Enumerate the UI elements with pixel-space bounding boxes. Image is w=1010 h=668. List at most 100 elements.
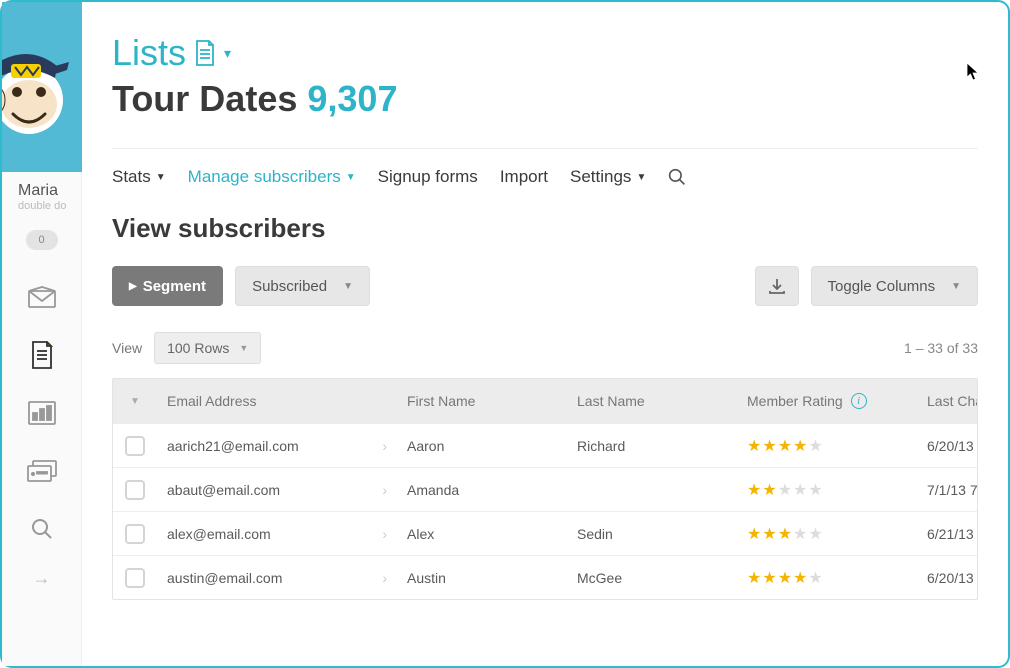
star-icon: ★	[778, 436, 792, 456]
cell-last-changed: 7/1/13 7:24	[917, 482, 978, 498]
tab-search[interactable]	[668, 168, 686, 186]
tab-manage-subscribers[interactable]: Manage subscribers▼	[188, 167, 356, 187]
row-checkbox[interactable]	[125, 480, 145, 500]
toggle-columns-button[interactable]: Toggle Columns▼	[811, 266, 978, 306]
tab-stats[interactable]: Stats▼	[112, 167, 166, 187]
row-checkbox-cell	[113, 480, 157, 500]
chevron-right-icon: ›	[382, 526, 387, 542]
star-icon: ★	[778, 524, 792, 544]
table-row[interactable]: austin@email.com›AustinMcGee★★★★★6/20/13…	[113, 555, 977, 599]
breadcrumb[interactable]: Lists ▾	[112, 32, 978, 74]
nav-search-icon[interactable]	[2, 500, 82, 558]
star-icon: ★	[793, 524, 807, 544]
tab-settings[interactable]: Settings▼	[570, 167, 646, 187]
cell-rating: ★★★★★	[737, 568, 917, 588]
star-icon: ★	[747, 568, 761, 588]
cell-first-name: Aaron	[397, 438, 567, 454]
tab-signup-forms[interactable]: Signup forms	[378, 167, 478, 187]
page-title: Tour Dates	[112, 78, 297, 119]
page-info: 1 – 33 of 33	[904, 340, 978, 356]
row-checkbox-cell	[113, 436, 157, 456]
nav-autoresponders-icon[interactable]	[2, 442, 82, 500]
col-email[interactable]: Email Address	[157, 393, 397, 409]
star-icon: ★	[762, 480, 776, 500]
cell-rating: ★★★★★	[737, 480, 917, 500]
col-first-name[interactable]: First Name	[397, 393, 567, 409]
caret-down-icon: ▼	[951, 281, 961, 292]
notification-badge[interactable]: 0	[26, 230, 58, 250]
col-last-name[interactable]: Last Name	[567, 393, 737, 409]
table-row[interactable]: abaut@email.com›Amanda★★★★★7/1/13 7:24	[113, 467, 977, 511]
table-row[interactable]: aarich21@email.com›AaronRichard★★★★★6/20…	[113, 423, 977, 467]
subscriber-count: 9,307	[307, 78, 397, 119]
sidebar: Maria double do 0 →	[2, 2, 82, 666]
cell-last-changed: 6/20/13 11:	[917, 570, 978, 586]
cell-last-changed: 6/20/13 7:2	[917, 438, 978, 454]
star-icon: ★	[747, 524, 761, 544]
select-all-column[interactable]: ▼	[113, 396, 157, 407]
nav-lists-icon[interactable]	[2, 326, 82, 384]
col-member-rating[interactable]: Member Ratingi	[737, 393, 917, 409]
caret-down-icon: ▾	[224, 45, 231, 62]
cell-email[interactable]: abaut@email.com›	[157, 482, 397, 498]
chevron-right-icon: ›	[382, 570, 387, 586]
cell-last-changed: 6/21/13 11:	[917, 526, 978, 542]
col-last-changed[interactable]: Last Chang	[917, 393, 978, 409]
cell-rating: ★★★★★	[737, 436, 917, 456]
caret-down-icon: ▼	[346, 172, 356, 183]
star-icon: ★	[808, 436, 822, 456]
caret-down-icon: ▼	[156, 172, 166, 183]
star-icon: ★	[793, 436, 807, 456]
row-checkbox[interactable]	[125, 568, 145, 588]
info-icon[interactable]: i	[851, 393, 867, 409]
tab-import[interactable]: Import	[500, 167, 548, 187]
nav-reports-icon[interactable]	[2, 384, 82, 442]
profile-name: Maria	[18, 182, 71, 200]
cell-email[interactable]: aarich21@email.com›	[157, 438, 397, 454]
profile[interactable]: Maria double do	[2, 172, 81, 218]
rows-per-page-select[interactable]: 100 Rows▼	[154, 332, 261, 364]
cell-last-name: Sedin	[567, 526, 737, 542]
caret-down-icon: ▼	[343, 281, 353, 292]
cell-email[interactable]: alex@email.com›	[157, 526, 397, 542]
page-title-row: Tour Dates 9,307	[112, 78, 978, 120]
caret-down-icon: ▼	[239, 343, 248, 353]
star-icon: ★	[778, 480, 792, 500]
toolbar: ▶Segment Subscribed▼ Toggle Columns▼	[112, 266, 978, 306]
star-icon: ★	[747, 480, 761, 500]
cell-rating: ★★★★★	[737, 524, 917, 544]
subscribers-table: ▼ Email Address First Name Last Name Mem…	[112, 378, 978, 600]
cell-last-name: Richard	[567, 438, 737, 454]
star-icon: ★	[762, 568, 776, 588]
document-icon	[194, 40, 216, 66]
cell-first-name: Alex	[397, 526, 567, 542]
star-icon: ★	[778, 568, 792, 588]
star-icon: ★	[808, 524, 822, 544]
breadcrumb-label: Lists	[112, 32, 186, 74]
cell-first-name: Austin	[397, 570, 567, 586]
star-icon: ★	[747, 436, 761, 456]
nav-campaigns-icon[interactable]	[2, 268, 82, 326]
tab-bar: Stats▼ Manage subscribers▼ Signup forms …	[112, 155, 978, 213]
pager-row: View 100 Rows▼ 1 – 33 of 33	[112, 332, 978, 364]
chevron-right-icon: ›	[382, 438, 387, 454]
triangle-right-icon: ▶	[129, 281, 137, 292]
star-icon: ★	[793, 568, 807, 588]
cell-email[interactable]: austin@email.com›	[157, 570, 397, 586]
table-row[interactable]: alex@email.com›AlexSedin★★★★★6/21/13 11:	[113, 511, 977, 555]
main-content: Lists ▾ Tour Dates 9,307 Stats▼ Manage s…	[82, 2, 1008, 666]
star-icon: ★	[762, 524, 776, 544]
divider	[112, 148, 978, 149]
view-label: View	[112, 340, 142, 356]
status-filter-dropdown[interactable]: Subscribed▼	[235, 266, 370, 306]
cell-last-name: McGee	[567, 570, 737, 586]
segment-button[interactable]: ▶Segment	[112, 266, 223, 306]
row-checkbox[interactable]	[125, 436, 145, 456]
download-button[interactable]	[755, 266, 799, 306]
section-title: View subscribers	[112, 213, 978, 244]
star-icon: ★	[808, 480, 822, 500]
sidebar-expand-icon[interactable]: →	[2, 568, 81, 589]
chevron-right-icon: ›	[382, 482, 387, 498]
row-checkbox[interactable]	[125, 524, 145, 544]
star-icon: ★	[793, 480, 807, 500]
